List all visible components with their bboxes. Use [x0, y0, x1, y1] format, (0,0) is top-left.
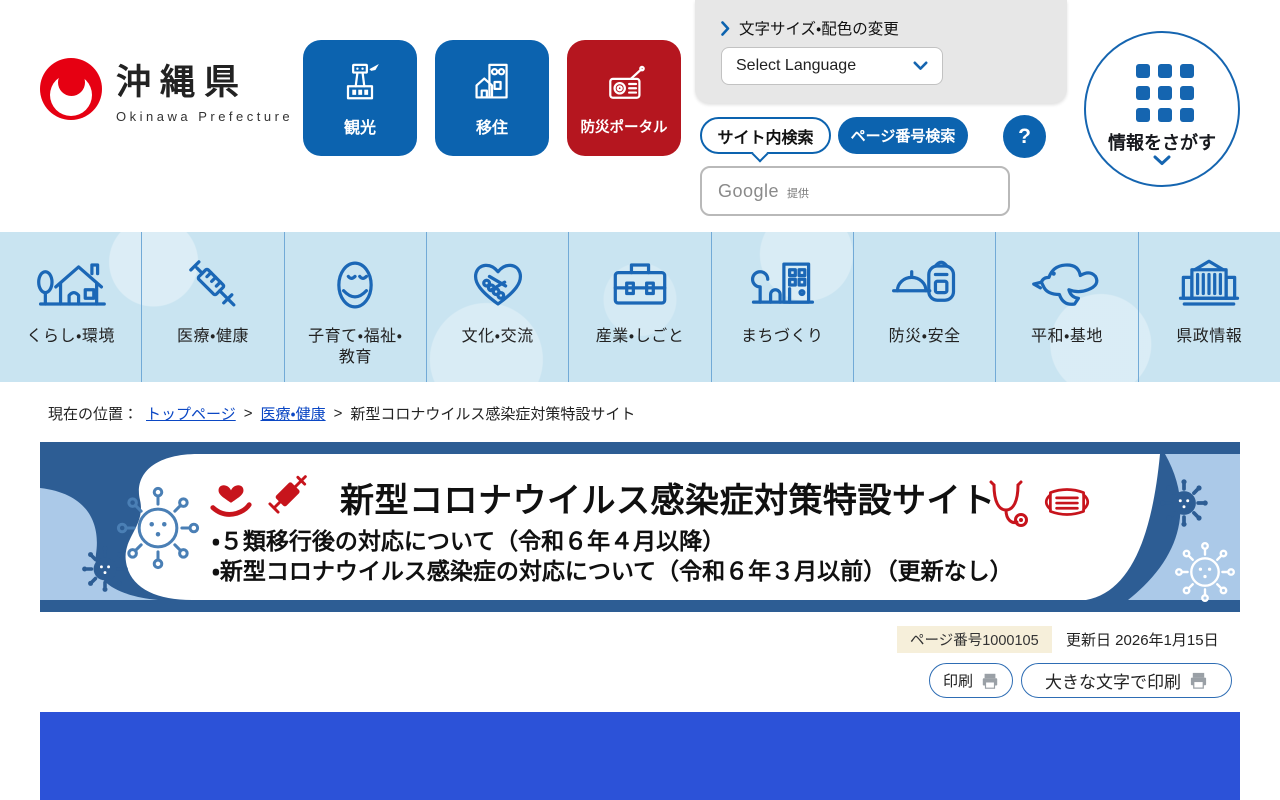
- language-select-value: Select Language: [736, 57, 857, 74]
- baby-icon: [337, 261, 374, 309]
- google-provided-label: 提供: [787, 188, 810, 200]
- find-information-button[interactable]: 情報をさがす: [1084, 31, 1240, 187]
- logo-text: 沖縄県 Okinawa Prefecture: [116, 54, 293, 124]
- syringe-icon: [268, 475, 307, 514]
- banner-bullet-list: ・５類移行後の対応について（令和６年４月以降） ・新型コロナウイルス感染症の対応…: [212, 526, 1013, 586]
- town-icon: [751, 262, 815, 304]
- google-logo-text: Google: [718, 180, 780, 201]
- tourism-button[interactable]: 観光: [303, 40, 417, 156]
- fontsize-color-change-link[interactable]: 文字サイズ・配色の変更: [721, 17, 899, 39]
- utility-panel: 文字サイズ・配色の変更 Select Language: [695, 0, 1067, 103]
- fontsize-color-change-label: 文字サイズ・配色の変更: [739, 21, 899, 38]
- nav-item-childcare-welfare-education[interactable]: 子育て・福祉・ 教育: [283, 232, 426, 382]
- breadcrumb-link-top[interactable]: トップページ: [146, 403, 236, 424]
- nav-item-label: まちづくり: [741, 328, 824, 345]
- logo-inner-circle: [58, 69, 85, 96]
- nav-item-label: 子育て・福祉・ 教育: [308, 328, 403, 366]
- language-select[interactable]: Select Language: [721, 47, 943, 85]
- dove-icon: [1032, 263, 1099, 306]
- syringe-icon: [189, 260, 236, 307]
- covid-banner[interactable]: 新型コロナウイルス感染症対策特設サイト ・５類移行後の対応について（令和６年４月…: [40, 442, 1240, 612]
- brand-name-jp: 沖縄県: [116, 63, 249, 102]
- tab-pointer: [751, 145, 769, 163]
- house-tree-icon: [36, 263, 106, 306]
- briefcase-icon: [613, 263, 667, 305]
- breadcrumb-separator: >: [243, 405, 253, 422]
- banner-title: 新型コロナウイルス感染症対策特設サイト: [340, 482, 996, 520]
- handshake-heart-icon: [473, 263, 522, 306]
- nav-item-peace-bases[interactable]: 平和・基地: [995, 232, 1137, 382]
- help-button[interactable]: ?: [1003, 115, 1046, 158]
- virus-solid-icon: [82, 546, 128, 592]
- radio-icon: [609, 65, 645, 99]
- page-number-badge: ページ番号1000105: [897, 626, 1052, 653]
- helmet-backpack-icon: [891, 260, 955, 302]
- disaster-portal-button-label: 防災ポータル: [580, 119, 668, 136]
- brand-name-en: Okinawa Prefecture: [116, 109, 294, 124]
- breadcrumb-current: 新型コロナウイルス感染症対策特設サイト: [350, 406, 636, 423]
- site-search-tab[interactable]: サイト内検索: [700, 117, 831, 163]
- nav-item-label: 産業・しごと: [595, 328, 685, 345]
- nav-item-medical-health[interactable]: 医療・健康: [141, 232, 283, 382]
- site-search-input[interactable]: Google 提供: [700, 166, 1010, 216]
- nav-item-label: くらし・環境: [26, 328, 115, 345]
- breadcrumb-prefix: 現在の位置：: [48, 406, 139, 423]
- government-building-icon: [1179, 259, 1240, 306]
- page-number-search-tab-label: ページ番号検索: [850, 128, 956, 145]
- nav-item-label: 平和・基地: [1030, 328, 1103, 345]
- site-logo-link[interactable]: 沖縄県 Okinawa Prefecture: [40, 54, 293, 124]
- chevron-right-icon: [721, 20, 730, 36]
- find-information-label: 情報をさがす: [1108, 133, 1216, 153]
- breadcrumb-link-medical[interactable]: 医療・健康: [260, 403, 325, 424]
- mask-icon: [1044, 488, 1090, 516]
- nav-item-town-planning[interactable]: まちづくり: [710, 232, 853, 382]
- category-nav: くらし・環境 医療・健康 子育て・福祉・ 教育 文化・交流 産業・しごと まちづ…: [0, 232, 1280, 382]
- tourism-button-label: 観光: [343, 120, 376, 137]
- banner-bullet: ・５類移行後の対応について（令和６年４月以降）: [212, 528, 726, 554]
- nav-item-culture-exchange[interactable]: 文化・交流: [425, 232, 568, 382]
- nav-item-label: 医療・健康: [177, 328, 249, 345]
- migration-button[interactable]: 移住: [435, 40, 549, 156]
- large-print-button-label: 大きな文字で印刷: [1045, 673, 1181, 692]
- chevron-down-icon: [913, 61, 928, 70]
- nav-item-label: 文化・交流: [461, 328, 534, 345]
- breadcrumb-separator: >: [333, 405, 343, 422]
- print-button[interactable]: 印刷: [929, 663, 1013, 698]
- virus-solid-icon: [1160, 479, 1208, 527]
- chevron-down-icon: [1086, 153, 1238, 171]
- site-search-tab-label: サイト内検索: [717, 129, 814, 147]
- heart-hand-icon: [210, 485, 252, 517]
- stethoscope-icon: [989, 480, 1028, 527]
- nav-item-disaster-safety[interactable]: 防災・安全: [852, 232, 995, 382]
- printer-icon: [982, 673, 998, 689]
- migration-button-label: 移住: [475, 120, 508, 137]
- grid-icon: [1136, 64, 1196, 122]
- page-number-search-tab[interactable]: ページ番号検索: [838, 117, 968, 154]
- nav-item-industry-work[interactable]: 産業・しごと: [568, 232, 710, 382]
- building-house-icon: [475, 63, 508, 99]
- updated-date: 更新日 2026年1月15日: [1066, 632, 1219, 649]
- okinawa-prefecture-mark-icon: [40, 58, 102, 120]
- breadcrumb: 現在の位置： トップページ > 医療・健康 > 新型コロナウイルス感染症対策特設…: [48, 403, 635, 424]
- print-button-label: 印刷: [942, 673, 973, 690]
- printer-icon: [1190, 672, 1207, 689]
- page: 沖縄県 Okinawa Prefecture 観光 移住 防災ポータル 文字サイ…: [0, 0, 1280, 800]
- nav-item-label: 県政情報: [1176, 328, 1243, 345]
- nav-item-label: 防災・安全: [888, 328, 961, 345]
- banner-bullet: ・新型コロナウイルス感染症の対応について（令和６年３月以前）（更新なし）: [212, 558, 1013, 584]
- nav-item-living-environment[interactable]: くらし・環境: [0, 232, 141, 382]
- help-button-label: ?: [1018, 124, 1031, 148]
- nav-item-prefectural-info[interactable]: 県政情報: [1137, 232, 1280, 382]
- content-block[interactable]: [40, 712, 1240, 800]
- large-print-button[interactable]: 大きな文字で印刷: [1021, 663, 1232, 698]
- disaster-portal-button[interactable]: 防災ポータル: [567, 40, 681, 156]
- virus-outline-icon: [1175, 542, 1235, 602]
- airport-icon: [346, 63, 379, 100]
